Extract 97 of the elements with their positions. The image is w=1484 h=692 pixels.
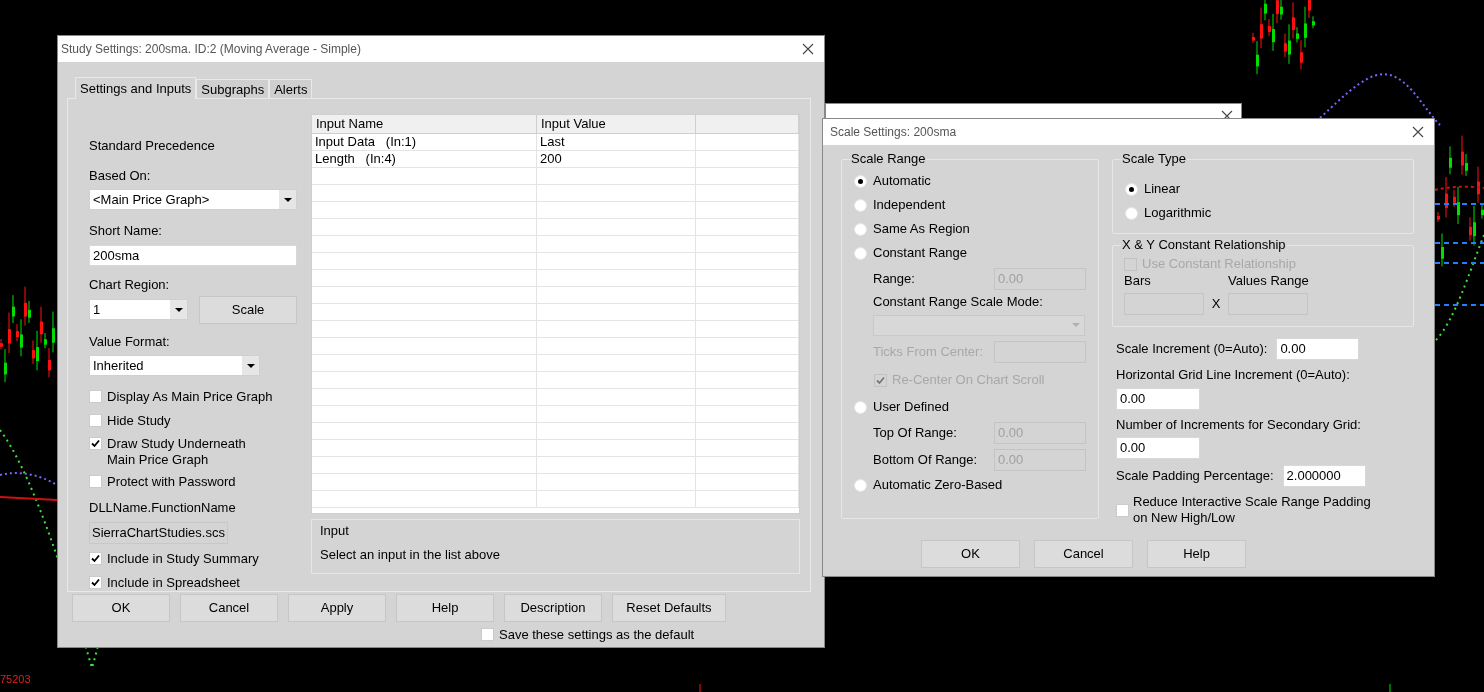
checkbox-label: Reduce Interactive Scale Range Padding on New High/Low bbox=[1133, 494, 1371, 526]
checkbox-label: Include in Study Summary bbox=[107, 551, 259, 567]
checkbox[interactable] bbox=[89, 576, 102, 589]
dialog-button[interactable]: OK bbox=[921, 540, 1020, 568]
input-field[interactable]: 0.00 bbox=[1116, 437, 1200, 459]
indicator-line bbox=[0, 496, 58, 501]
window-title: Scale Settings: 200sma bbox=[830, 124, 957, 141]
dashed-level-line bbox=[1434, 262, 1484, 264]
group-title: Scale Type bbox=[1121, 151, 1188, 167]
window-title: Study Settings: 200sma. ID:2 (Moving Average - Simple) bbox=[61, 41, 361, 58]
radio-label: Automatic bbox=[873, 172, 931, 191]
field-label: DLLName.FunctionName bbox=[89, 499, 237, 517]
price-label: 75203 bbox=[0, 672, 31, 687]
input-field[interactable]: 2.000000 bbox=[1282, 465, 1366, 487]
field-label: Bottom Of Range: bbox=[873, 450, 978, 469]
radio-label: Independent bbox=[873, 196, 946, 215]
table-cell[interactable]: Length (In:4) bbox=[312, 151, 537, 167]
dialog-button[interactable]: Help bbox=[1147, 540, 1246, 568]
candlestick bbox=[1441, 232, 1444, 267]
field-label: Scale Padding Percentage: bbox=[1116, 467, 1274, 486]
dashed-level-line bbox=[1434, 304, 1484, 306]
dialog-button[interactable]: Reset Defaults bbox=[612, 594, 726, 622]
radio-label: User Defined bbox=[873, 398, 949, 417]
candlestick bbox=[1437, 211, 1440, 223]
help-text: Select an input in the list above bbox=[320, 545, 501, 564]
dialog-button[interactable]: Scale bbox=[199, 295, 297, 324]
column-header[interactable]: Input Value bbox=[537, 115, 696, 133]
field-label: Constant Range Scale Mode: bbox=[873, 293, 1043, 312]
group-title: Input bbox=[320, 522, 350, 540]
checkbox[interactable] bbox=[89, 475, 102, 488]
input-field[interactable]: 0.00 bbox=[1116, 387, 1200, 410]
candle-wick bbox=[1389, 683, 1391, 692]
checkbox-label: Include in Spreadsheet bbox=[107, 575, 240, 591]
radio-button[interactable] bbox=[1125, 182, 1138, 196]
field-label: Scale Increment (0=Auto): bbox=[1116, 340, 1268, 359]
checkbox-label: Hide Study bbox=[107, 413, 171, 429]
read-only-field: SierraChartStudies.scs bbox=[89, 521, 228, 544]
candle-wick bbox=[699, 683, 701, 692]
checkbox[interactable] bbox=[89, 437, 102, 450]
radio-label: Automatic Zero-Based bbox=[873, 476, 1003, 495]
close-icon[interactable] bbox=[1412, 126, 1424, 138]
group-title: Scale Range bbox=[850, 151, 927, 167]
checkbox-label: Protect with Password bbox=[107, 474, 236, 490]
radio-button[interactable] bbox=[854, 400, 867, 414]
checkbox[interactable] bbox=[481, 628, 494, 641]
radio-button[interactable] bbox=[854, 174, 867, 188]
field-label: Horizontal Grid Line Increment (0=Auto): bbox=[1116, 366, 1350, 384]
tab[interactable]: Subgraphs bbox=[196, 79, 270, 98]
checkbox-label: Draw Study Underneath Main Price Graph bbox=[107, 436, 246, 468]
radio-label: Linear bbox=[1144, 180, 1181, 199]
dropdown[interactable]: 1 bbox=[89, 299, 188, 320]
dialog-button[interactable]: OK bbox=[72, 594, 170, 622]
field-label: Value Format: bbox=[89, 332, 171, 351]
field-label: Bars bbox=[1124, 272, 1152, 291]
radio-button[interactable] bbox=[854, 198, 867, 212]
group-title: X & Y Constant Relationship bbox=[1121, 237, 1287, 253]
dialog-button[interactable]: Description bbox=[504, 594, 602, 622]
dialog-button[interactable]: Help bbox=[396, 594, 494, 622]
radio-button[interactable] bbox=[854, 246, 867, 260]
radio-button[interactable] bbox=[854, 222, 867, 236]
field-label: Values Range bbox=[1228, 272, 1309, 291]
field-label: Short Name: bbox=[89, 222, 163, 240]
table-cell[interactable]: Last bbox=[537, 134, 696, 150]
field-label: Chart Region: bbox=[89, 276, 171, 294]
dropdown[interactable]: <Main Price Graph> bbox=[89, 189, 297, 210]
radio-button[interactable] bbox=[854, 478, 867, 492]
checkbox-label: Display As Main Price Graph bbox=[107, 389, 273, 405]
checkbox[interactable] bbox=[89, 552, 102, 565]
precedence-label: Standard Precedence bbox=[89, 137, 216, 155]
tab[interactable]: Alerts bbox=[269, 79, 313, 98]
dotted-indicator-line bbox=[1434, 185, 1484, 191]
field-label: Range: bbox=[873, 269, 915, 288]
radio-label: Constant Range bbox=[873, 244, 967, 263]
tab[interactable]: Settings and Inputs bbox=[75, 77, 197, 99]
dashed-level-line bbox=[1434, 242, 1484, 244]
dropdown[interactable]: Inherited bbox=[89, 355, 260, 376]
table-cell[interactable]: 200 bbox=[537, 151, 696, 167]
field-label: Based On: bbox=[89, 166, 152, 185]
input-field[interactable]: 200sma bbox=[89, 244, 297, 266]
times-label: X bbox=[1210, 295, 1222, 314]
field-label: Number of Increments for Secondary Grid: bbox=[1116, 415, 1361, 434]
field-label: Top Of Range: bbox=[873, 423, 957, 442]
checkbox[interactable] bbox=[1116, 503, 1129, 517]
checkbox[interactable] bbox=[89, 390, 102, 403]
dialog-button[interactable]: Cancel bbox=[180, 594, 278, 622]
radio-button[interactable] bbox=[1125, 206, 1138, 220]
dashed-level-line bbox=[1434, 203, 1484, 205]
radio-label: Same As Region bbox=[873, 220, 970, 239]
column-header[interactable]: Input Name bbox=[312, 115, 537, 133]
table-cell[interactable]: Input Data (In:1) bbox=[312, 134, 537, 150]
input-field[interactable]: 0.00 bbox=[1276, 338, 1360, 360]
dialog-button[interactable]: Cancel bbox=[1034, 540, 1133, 568]
radio-label: Logarithmic bbox=[1144, 204, 1212, 223]
checkbox[interactable] bbox=[89, 414, 102, 427]
checkbox-label: Save these settings as the default bbox=[499, 627, 695, 643]
dialog-button[interactable]: Apply bbox=[288, 594, 386, 622]
close-icon[interactable] bbox=[802, 43, 814, 55]
